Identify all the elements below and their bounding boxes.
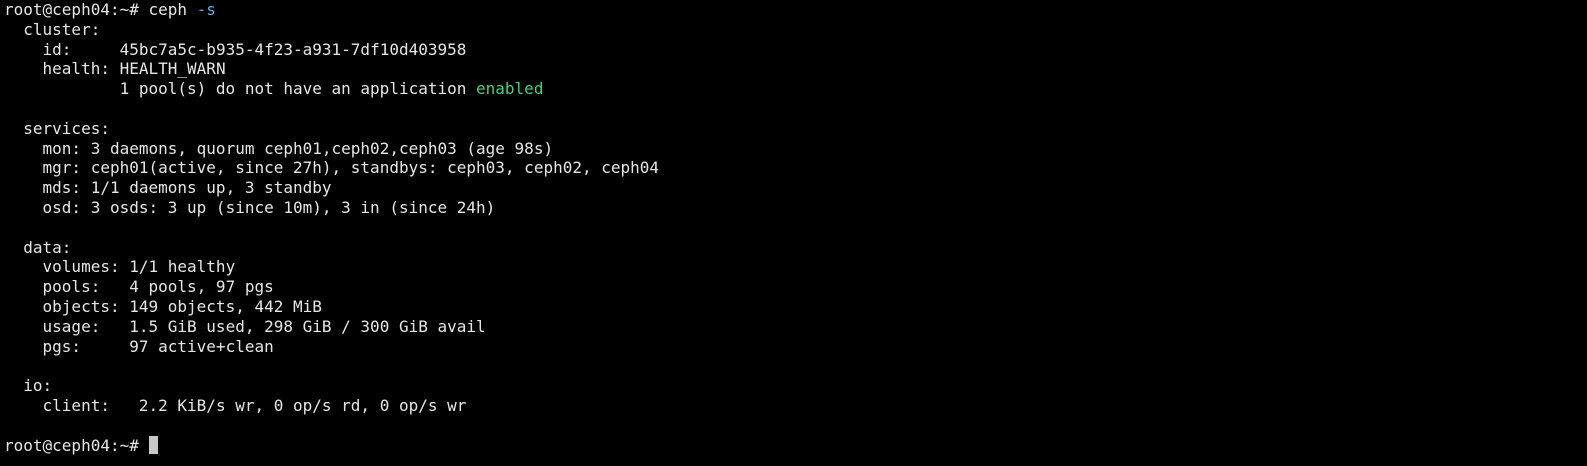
usage-value: 1.5 GiB used, 298 GiB / 300 GiB avail [129, 316, 486, 336]
pgs-row: pgs: 97 active+clean [4, 337, 1587, 357]
shell-prompt: root@ceph04:~# [4, 0, 139, 19]
usage-label: usage: [42, 316, 101, 336]
volumes-value: 1/1 healthy [129, 257, 236, 277]
mgr-row: mgr: ceph01(active, since 27h), standbys… [4, 158, 1587, 178]
mds-value: 1/1 daemons up, 3 standby [90, 178, 332, 198]
input-line[interactable]: root@ceph04:~# [4, 435, 1587, 456]
client-row: client: 2.2 KiB/s wr, 0 op/s rd, 0 op/s … [4, 396, 1587, 416]
pools-value: 4 pools, 97 pgs [129, 277, 274, 297]
pgs-value: 97 active+clean [129, 336, 274, 356]
health-label: health: [42, 59, 110, 79]
mds-label: mds: [42, 178, 82, 198]
cluster-id-label: id: [42, 39, 72, 59]
osd-value: 3 osds: 3 up (since 10m), 3 in (since 24… [90, 197, 496, 217]
command-program: ceph [148, 0, 188, 19]
objects-label: objects: [42, 296, 120, 316]
volumes-label: volumes: [42, 257, 120, 277]
mon-label: mon: [42, 138, 82, 158]
pgs-label: pgs: [42, 336, 82, 356]
mon-value: 3 daemons, quorum ceph01,ceph02,ceph03 (… [90, 138, 554, 158]
health-row: health: HEALTH_WARN [4, 59, 1587, 79]
mds-row: mds: 1/1 daemons up, 3 standby [4, 178, 1587, 198]
pools-label: pools: [42, 277, 101, 297]
objects-row: objects: 149 objects, 442 MiB [4, 297, 1587, 317]
pools-row: pools: 4 pools, 97 pgs [4, 277, 1587, 297]
mgr-value: ceph01(active, since 27h), standbys: cep… [90, 158, 660, 178]
text-cursor [148, 435, 158, 454]
client-label: client: [42, 395, 110, 415]
osd-row: osd: 3 osds: 3 up (since 10m), 3 in (sin… [4, 198, 1587, 218]
command-flag: -s [196, 0, 216, 19]
terminal-window[interactable]: root@ceph04:~# ceph -s cluster: id: 45bc… [0, 0, 1587, 466]
volumes-row: volumes: 1/1 healthy [4, 257, 1587, 277]
client-value: 2.2 KiB/s wr, 0 op/s rd, 0 op/s wr [138, 395, 467, 415]
section-header-cluster: cluster: [23, 19, 101, 39]
objects-value: 149 objects, 442 MiB [129, 296, 322, 316]
cluster-id-value: 45bc7a5c-b935-4f23-a931-7df10d403958 [119, 39, 467, 59]
shell-prompt: root@ceph04:~# [4, 435, 139, 455]
osd-label: osd: [42, 197, 82, 217]
health-detail-highlight: enabled [476, 79, 544, 99]
health-detail-row: 1 pool(s) do not have an application ena… [4, 79, 1587, 99]
usage-row: usage: 1.5 GiB used, 298 GiB / 300 GiB a… [4, 317, 1587, 337]
section-header-services: services: [23, 118, 110, 138]
section-header-data: data: [23, 237, 72, 257]
cluster-id-row: id: 45bc7a5c-b935-4f23-a931-7df10d403958 [4, 40, 1587, 60]
command-line: root@ceph04:~# ceph -s [4, 0, 1587, 20]
health-detail-text: 1 pool(s) do not have an application [119, 79, 467, 99]
section-header-io: io: [23, 376, 53, 396]
mgr-label: mgr: [42, 158, 82, 178]
health-value: HEALTH_WARN [119, 59, 226, 79]
mon-row: mon: 3 daemons, quorum ceph01,ceph02,cep… [4, 139, 1587, 159]
